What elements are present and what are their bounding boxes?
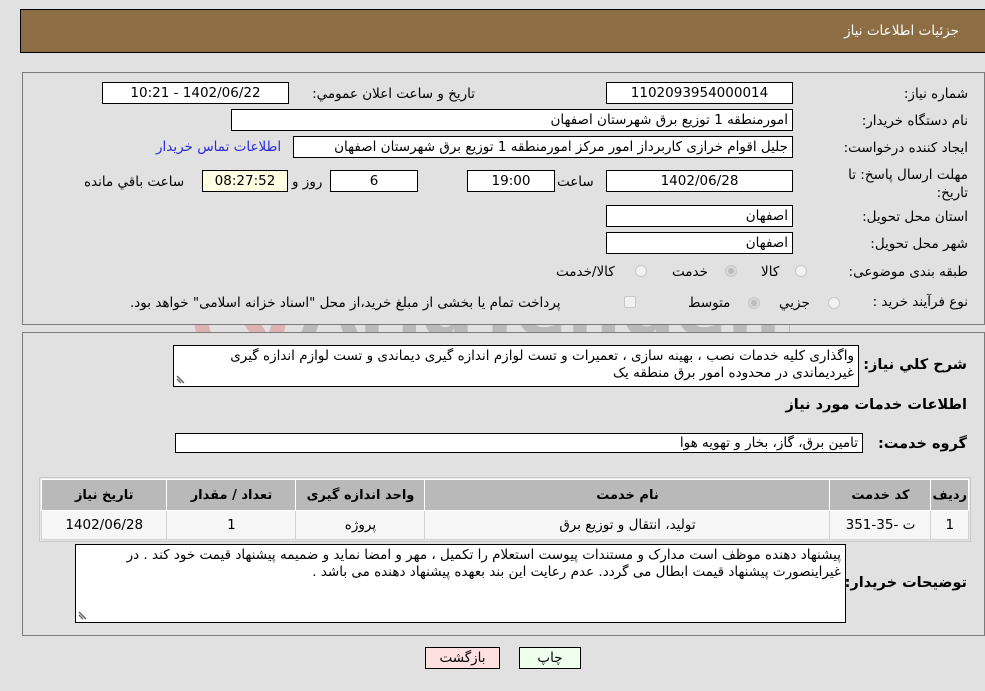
treasury-note: پرداخت تمام یا بخشی از مبلغ خرید،از محل …: [130, 295, 561, 311]
description-label: شرح کلي نياز:: [863, 357, 967, 373]
buyer-notes-label: توضیحات خریدار:: [844, 575, 967, 591]
cell-service-name: تولید، انتقال و توزیع برق: [424, 510, 831, 540]
header-row-number: ردیف: [930, 479, 969, 511]
resize-grip-icon[interactable]: [176, 375, 185, 384]
description-text: واگذاری کلیه خدمات نصب ، بهینه سازی ، تع…: [230, 348, 854, 381]
buyer-contact-link[interactable]: اطلاعات تماس خریدار: [156, 139, 281, 155]
category-option-goods-service: کالا/خدمت: [556, 264, 615, 280]
print-button[interactable]: چاپ: [519, 647, 581, 669]
treasury-checkbox[interactable]: [624, 296, 636, 308]
category-radio-service[interactable]: [725, 265, 737, 277]
buyer-org-field: امورمنطقه 1 توزیع برق شهرستان اصفهان: [231, 109, 793, 131]
delivery-province-label: استان محل تحویل:: [862, 209, 968, 225]
cell-need-date: 1402/06/28: [40, 510, 168, 540]
description-textarea[interactable]: واگذاری کلیه خدمات نصب ، بهینه سازی ، تع…: [173, 345, 859, 387]
header-unit: واحد اندازه گیری: [295, 479, 426, 511]
category-option-service: خدمت: [672, 264, 708, 280]
header-need-date: تاریخ نیاز: [40, 479, 168, 511]
delivery-city-field: اصفهان: [606, 232, 793, 254]
table-row: 1 ت -35-351 تولید، انتقال و توزیع برق پر…: [40, 510, 969, 540]
back-button[interactable]: بازگشت: [425, 647, 500, 669]
resize-grip-icon[interactable]: [78, 611, 87, 620]
category-label: طبقه بندی موضوعی:: [848, 264, 968, 280]
header-quantity: تعداد / مقدار: [166, 479, 297, 511]
cell-unit: پروژه: [295, 510, 426, 540]
delivery-city-label: شهر محل تحویل:: [870, 236, 968, 252]
page-title: جزئیات اطلاعات نیاز: [844, 23, 959, 39]
category-option-goods: کالا: [761, 264, 780, 280]
requester-label: ایجاد کننده درخواست:: [843, 140, 968, 156]
deadline-time-field: 19:00: [467, 170, 555, 192]
need-number-field: 1102093954000014: [606, 82, 793, 104]
services-section-title: اطلاعات خدمات مورد نیاز: [785, 397, 967, 413]
time-remaining-label: ساعت باقي مانده: [84, 174, 185, 190]
purchase-type-label: نوع فرآیند خرید :: [872, 294, 968, 310]
service-group-label: گروه خدمت:: [877, 436, 967, 452]
services-table-wrap: ردیف کد خدمت نام خدمت واحد اندازه گیری ت…: [39, 477, 971, 542]
service-group-field: تامین برق، گاز، بخار و تهویه هوا: [175, 433, 863, 453]
purchase-type-radio-minor[interactable]: [828, 297, 840, 309]
time-remaining-field: 08:27:52: [202, 170, 288, 192]
category-radio-goods-service[interactable]: [635, 265, 647, 277]
deadline-label: مهلت ارسال پاسخ: تا تاریخ:: [848, 167, 968, 201]
requester-field: جلیل اقوام خرازی کاربرداز امور مرکز امور…: [293, 136, 793, 158]
announce-datetime-field: 1402/06/22 - 10:21: [102, 82, 289, 104]
header-service-name: نام خدمت: [424, 479, 831, 511]
deadline-date-field: 1402/06/28: [606, 170, 793, 192]
days-label: روز و: [292, 174, 323, 190]
delivery-province-field: اصفهان: [606, 205, 793, 227]
table-header-row: ردیف کد خدمت نام خدمت واحد اندازه گیری ت…: [40, 479, 969, 511]
purchase-type-radio-medium[interactable]: [748, 297, 760, 309]
purchase-type-option-minor: جزيي: [779, 295, 810, 311]
header-service-code: کد خدمت: [829, 479, 932, 511]
page-header: جزئیات اطلاعات نیاز: [20, 9, 985, 53]
purchase-type-option-medium: متوسط: [688, 295, 731, 311]
cell-row-number: 1: [930, 510, 969, 540]
buyer-notes-textarea[interactable]: پیشنهاد دهنده موظف است مدارک و مستندات پ…: [75, 544, 846, 623]
need-number-label: شماره نیاز:: [903, 86, 968, 102]
announce-datetime-label: تاریخ و ساعت اعلان عمومي:: [312, 86, 475, 102]
days-remaining-field: 6: [330, 170, 418, 192]
deadline-time-label: ساعت: [557, 174, 594, 190]
services-table: ردیف کد خدمت نام خدمت واحد اندازه گیری ت…: [40, 479, 969, 540]
cell-service-code: ت -35-351: [829, 510, 932, 540]
category-radio-goods[interactable]: [795, 265, 807, 277]
buyer-notes-text: پیشنهاد دهنده موظف است مدارک و مستندات پ…: [126, 547, 841, 580]
cell-quantity: 1: [166, 510, 297, 540]
buyer-org-label: نام دستگاه خريدار:: [861, 113, 968, 129]
